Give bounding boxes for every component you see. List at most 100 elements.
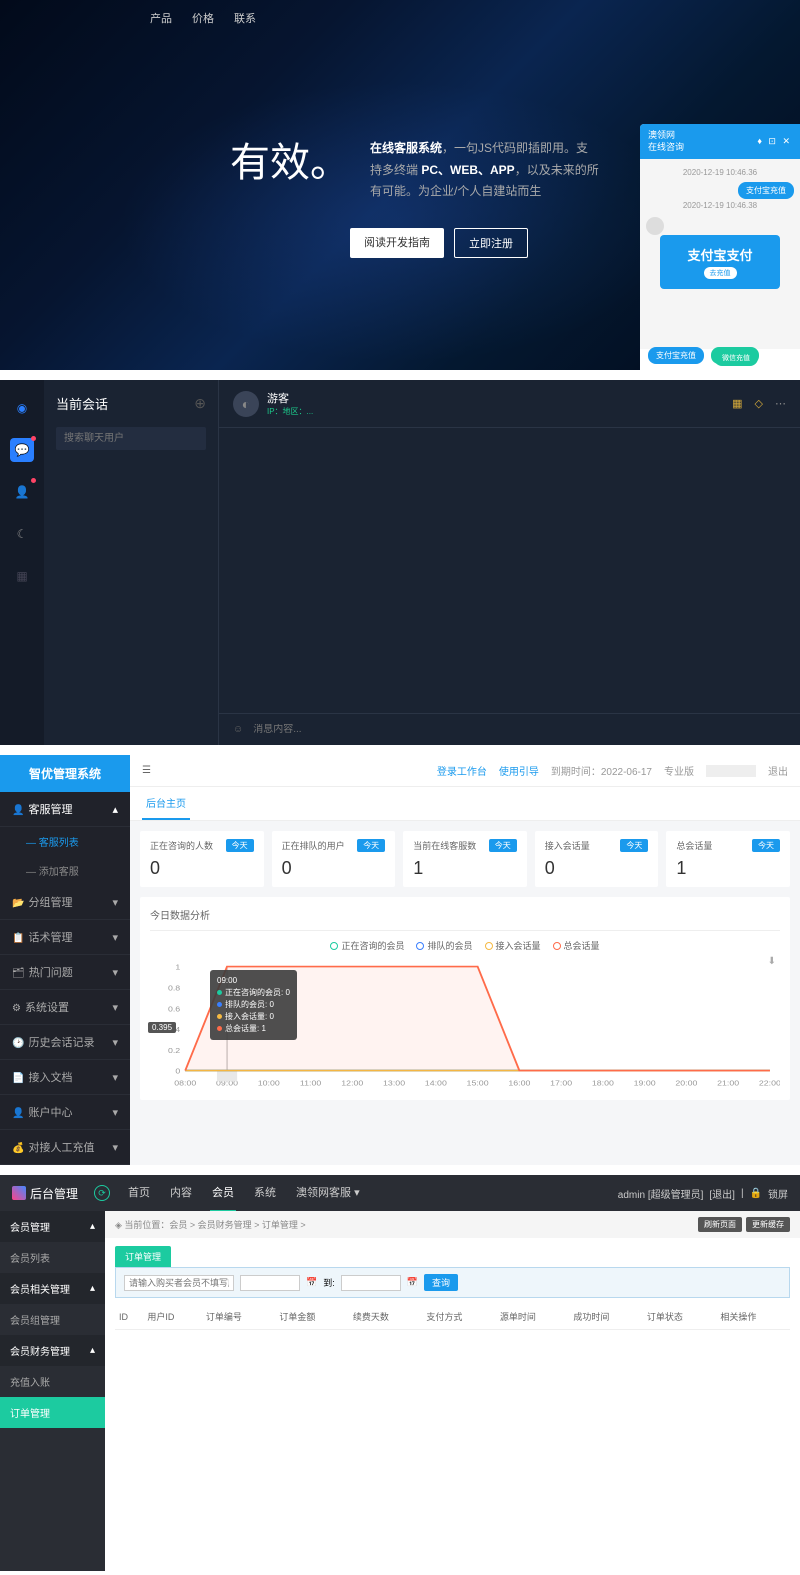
nav-item[interactable]: 首页 [126,1174,152,1212]
sidebar-item[interactable]: 会员列表 [0,1242,105,1273]
svg-text:13:00: 13:00 [383,1079,406,1087]
chat-timestamp: 2020-12-19 10:46.36 [646,168,794,177]
legend-item[interactable]: 排队的会员 [416,939,472,952]
svg-text:0.6: 0.6 [168,1005,181,1013]
svg-text:20:00: 20:00 [675,1079,698,1087]
nav-item[interactable]: 内容 [168,1174,194,1212]
update-cache-button[interactable]: 更新缓存 [746,1217,790,1232]
message-input[interactable] [253,724,786,735]
chat-header-icons[interactable]: ♦ ⊡ ✕ [757,136,792,147]
svg-text:1: 1 [175,963,180,971]
sidebar-item[interactable]: 会员财务管理▴ [0,1335,105,1366]
user-badge [706,765,756,777]
svg-text:17:00: 17:00 [550,1079,573,1087]
moon-icon[interactable]: ☾ [10,522,34,546]
column-header: 订单编号 [202,1304,276,1330]
svg-text:11:00: 11:00 [300,1079,322,1087]
stat-label: 正在排队的用户 [282,839,345,852]
chat-card[interactable]: 支付宝支付 去充值 [660,235,780,289]
sidebar-item[interactable]: 👤账户中心▾ [0,1095,130,1130]
svg-text:12:00: 12:00 [341,1079,364,1087]
logo: 智优管理系统 [0,755,130,792]
quick-reply[interactable]: 微信充值 [714,350,758,366]
sidebar-item[interactable]: 会员管理▴ [0,1211,105,1242]
sidebar-item[interactable]: 🗂热门问题▾ [0,955,130,990]
sidebar-item[interactable]: 订单管理 [0,1397,105,1428]
guide-link[interactable]: 使用引导 [499,763,539,778]
sidebar-item[interactable]: 会员组管理 [0,1304,105,1335]
logout-link[interactable]: 退出 [768,763,788,778]
nav-item[interactable]: 会员 [210,1174,236,1212]
svg-text:19:00: 19:00 [634,1079,657,1087]
register-button[interactable]: 立即注册 [454,228,528,258]
legend-item[interactable]: 总会话量 [553,939,600,952]
user-label: admin [超级管理员] [618,1186,704,1201]
buyer-input[interactable] [124,1275,234,1291]
legend-item[interactable]: 接入会话量 [485,939,541,952]
nav-price[interactable]: 价格 [192,10,214,26]
stat-value: 1 [676,858,780,879]
column-header: 源单时间 [496,1304,570,1330]
lock-icon[interactable]: 🔒 [750,1188,762,1199]
sidebar-item[interactable]: 会员相关管理▴ [0,1273,105,1304]
logout-link[interactable]: [退出] [709,1186,735,1201]
bubble-icon[interactable]: ◇ [755,397,763,410]
tab-home[interactable]: 后台主页 [142,787,190,820]
date-from-input[interactable] [240,1275,300,1291]
quick-reply[interactable]: 支付宝充值 [648,347,704,364]
search-input[interactable] [56,427,206,450]
more-icon[interactable]: ⋯ [775,397,786,410]
stat-label: 接入会话量 [545,839,590,852]
contacts-icon[interactable]: 👤 [10,480,34,504]
refresh-page-button[interactable]: 刷新页面 [698,1217,742,1232]
chat-widget: 澳领网 在线咨询 ♦ ⊡ ✕ 2020-12-19 10:46.36 支付宝充值… [640,124,800,370]
hero-nav: 产品 价格 联系 [150,10,256,26]
workspace-link[interactable]: 登录工作台 [437,763,487,778]
date-to-input[interactable] [341,1275,401,1291]
grid-icon[interactable]: ▦ [10,564,34,588]
svg-text:08:00: 08:00 [174,1079,197,1087]
sidebar-subitem[interactable]: — 客服列表 [0,827,130,856]
read-guide-button[interactable]: 阅读开发指南 [350,228,444,258]
sidebar-item[interactable]: ⚙系统设置▾ [0,990,130,1025]
stat-value: 0 [545,858,649,879]
emoji-icon[interactable]: ☺ [233,724,243,735]
logo-icon[interactable]: ◉ [10,396,34,420]
nav-contact[interactable]: 联系 [234,10,256,26]
chat-icon[interactable]: 💬 [10,438,34,462]
stat-card: 总会话量今天1 [666,831,790,887]
download-icon[interactable]: ⬇ [768,956,776,967]
sidebar-item[interactable]: 📋话术管理▾ [0,920,130,955]
expire-label: 到期时间：2022-06-17 [551,763,652,778]
stat-label: 总会话量 [676,839,712,852]
sidebar-item[interactable]: 💰对接人工充值▾ [0,1130,130,1165]
sidebar-item[interactable]: 📄接入文档▾ [0,1060,130,1095]
calendar-icon[interactable]: ▦ [732,397,742,410]
column-header: ID [115,1304,143,1330]
stat-value: 0 [282,858,386,879]
add-session-icon[interactable]: ⊕ [194,395,206,412]
fullscreen-link[interactable]: 锁屏 [768,1186,788,1201]
nav-item[interactable]: 澳领网客服 ▾ [294,1174,362,1212]
nav-product[interactable]: 产品 [150,10,172,26]
tab-orders[interactable]: 订单管理 [115,1246,171,1267]
menu-toggle-icon[interactable]: ☰ [142,765,151,776]
chat-message: 支付宝充值 [738,182,794,199]
sidebar-subitem[interactable]: — 添加客服 [0,856,130,885]
sidebar-item[interactable]: 👤客服管理▴ [0,792,130,827]
calendar-icon[interactable]: 📅 [407,1277,418,1288]
chat-card-tag[interactable]: 去充值 [704,267,737,279]
stat-value: 1 [413,858,517,879]
nav-item[interactable]: 系统 [252,1174,278,1212]
chat-status: 在线咨询 [648,142,684,154]
sidebar-item[interactable]: 📂分组管理▾ [0,885,130,920]
chat-area [219,428,800,713]
sidebar-item[interactable]: 🕑历史会话记录▾ [0,1025,130,1060]
refresh-icon[interactable]: ⟳ [94,1185,110,1201]
svg-text:10:00: 10:00 [258,1079,281,1087]
sidebar-item[interactable]: 充值入账 [0,1366,105,1397]
query-button[interactable]: 查询 [424,1274,458,1291]
legend-item[interactable]: 正在咨询的会员 [330,939,404,952]
calendar-icon[interactable]: 📅 [306,1277,317,1288]
svg-text:16:00: 16:00 [508,1079,531,1087]
